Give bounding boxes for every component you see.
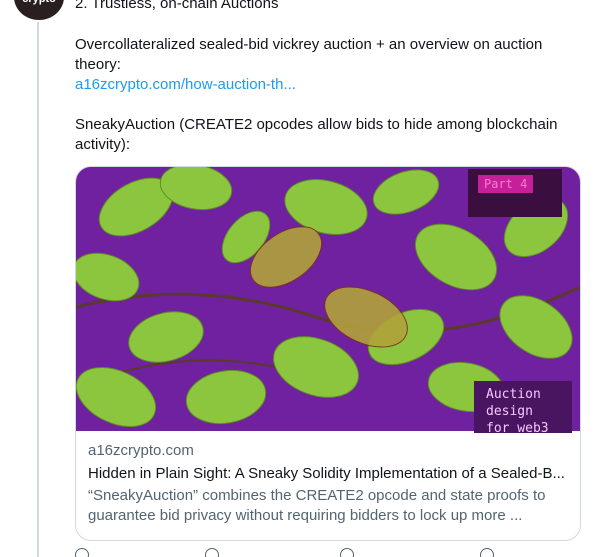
tweet-paragraph-1: Overcollateralized sealed-bid vickrey au… (75, 36, 543, 73)
card-body: a16zcrypto.com Hidden in Plain Sight: A … (76, 431, 580, 526)
part-badge-label: Part 4 (478, 175, 534, 193)
part-badge: Part 4 (468, 169, 562, 217)
series-badge-line: for web3 (486, 421, 549, 436)
card-domain: a16zcrypto.com (88, 442, 194, 459)
avatar[interactable]: crypto (14, 0, 64, 20)
retweet-icon[interactable] (205, 548, 219, 557)
card-description: “SneakyAuction” combines the CREATE2 opc… (88, 487, 546, 524)
tweet-paragraph-2: SneakyAuction (CREATE2 opcodes allow bid… (75, 116, 558, 153)
series-badge-line: design (486, 404, 533, 419)
card-image: Part 4 Auction design for web3 (76, 167, 580, 436)
tweet-link[interactable]: a16zcrypto.com/how-auction-th... (75, 75, 296, 95)
link-card[interactable]: Part 4 Auction design for web3 a16zcrypt… (75, 166, 581, 541)
tweet: crypto 2. Trustless, on-chain Auctions O… (0, 0, 596, 557)
card-title: Hidden in Plain Sight: A Sneaky Solidity… (88, 465, 565, 482)
share-icon[interactable] (480, 548, 494, 557)
tweet-heading: 2. Trustless, on-chain Auctions (75, 0, 279, 12)
series-badge: Auction design for web3 (474, 381, 572, 436)
thread-line (37, 22, 39, 557)
series-badge-line: Auction (486, 387, 541, 402)
like-icon[interactable] (340, 548, 354, 557)
reply-icon[interactable] (75, 548, 89, 557)
action-bar (75, 548, 575, 557)
